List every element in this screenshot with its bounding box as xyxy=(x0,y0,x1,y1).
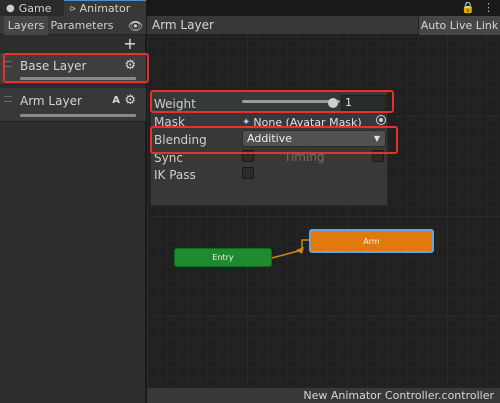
graph-footer: New Animator Controller.controller xyxy=(147,387,500,403)
controller-name: New Animator Controller.controller xyxy=(303,389,494,402)
state-node-arm[interactable]: Arm xyxy=(309,229,434,253)
transition-arrow[interactable] xyxy=(0,0,500,403)
state-node-entry[interactable]: Entry xyxy=(174,248,272,267)
